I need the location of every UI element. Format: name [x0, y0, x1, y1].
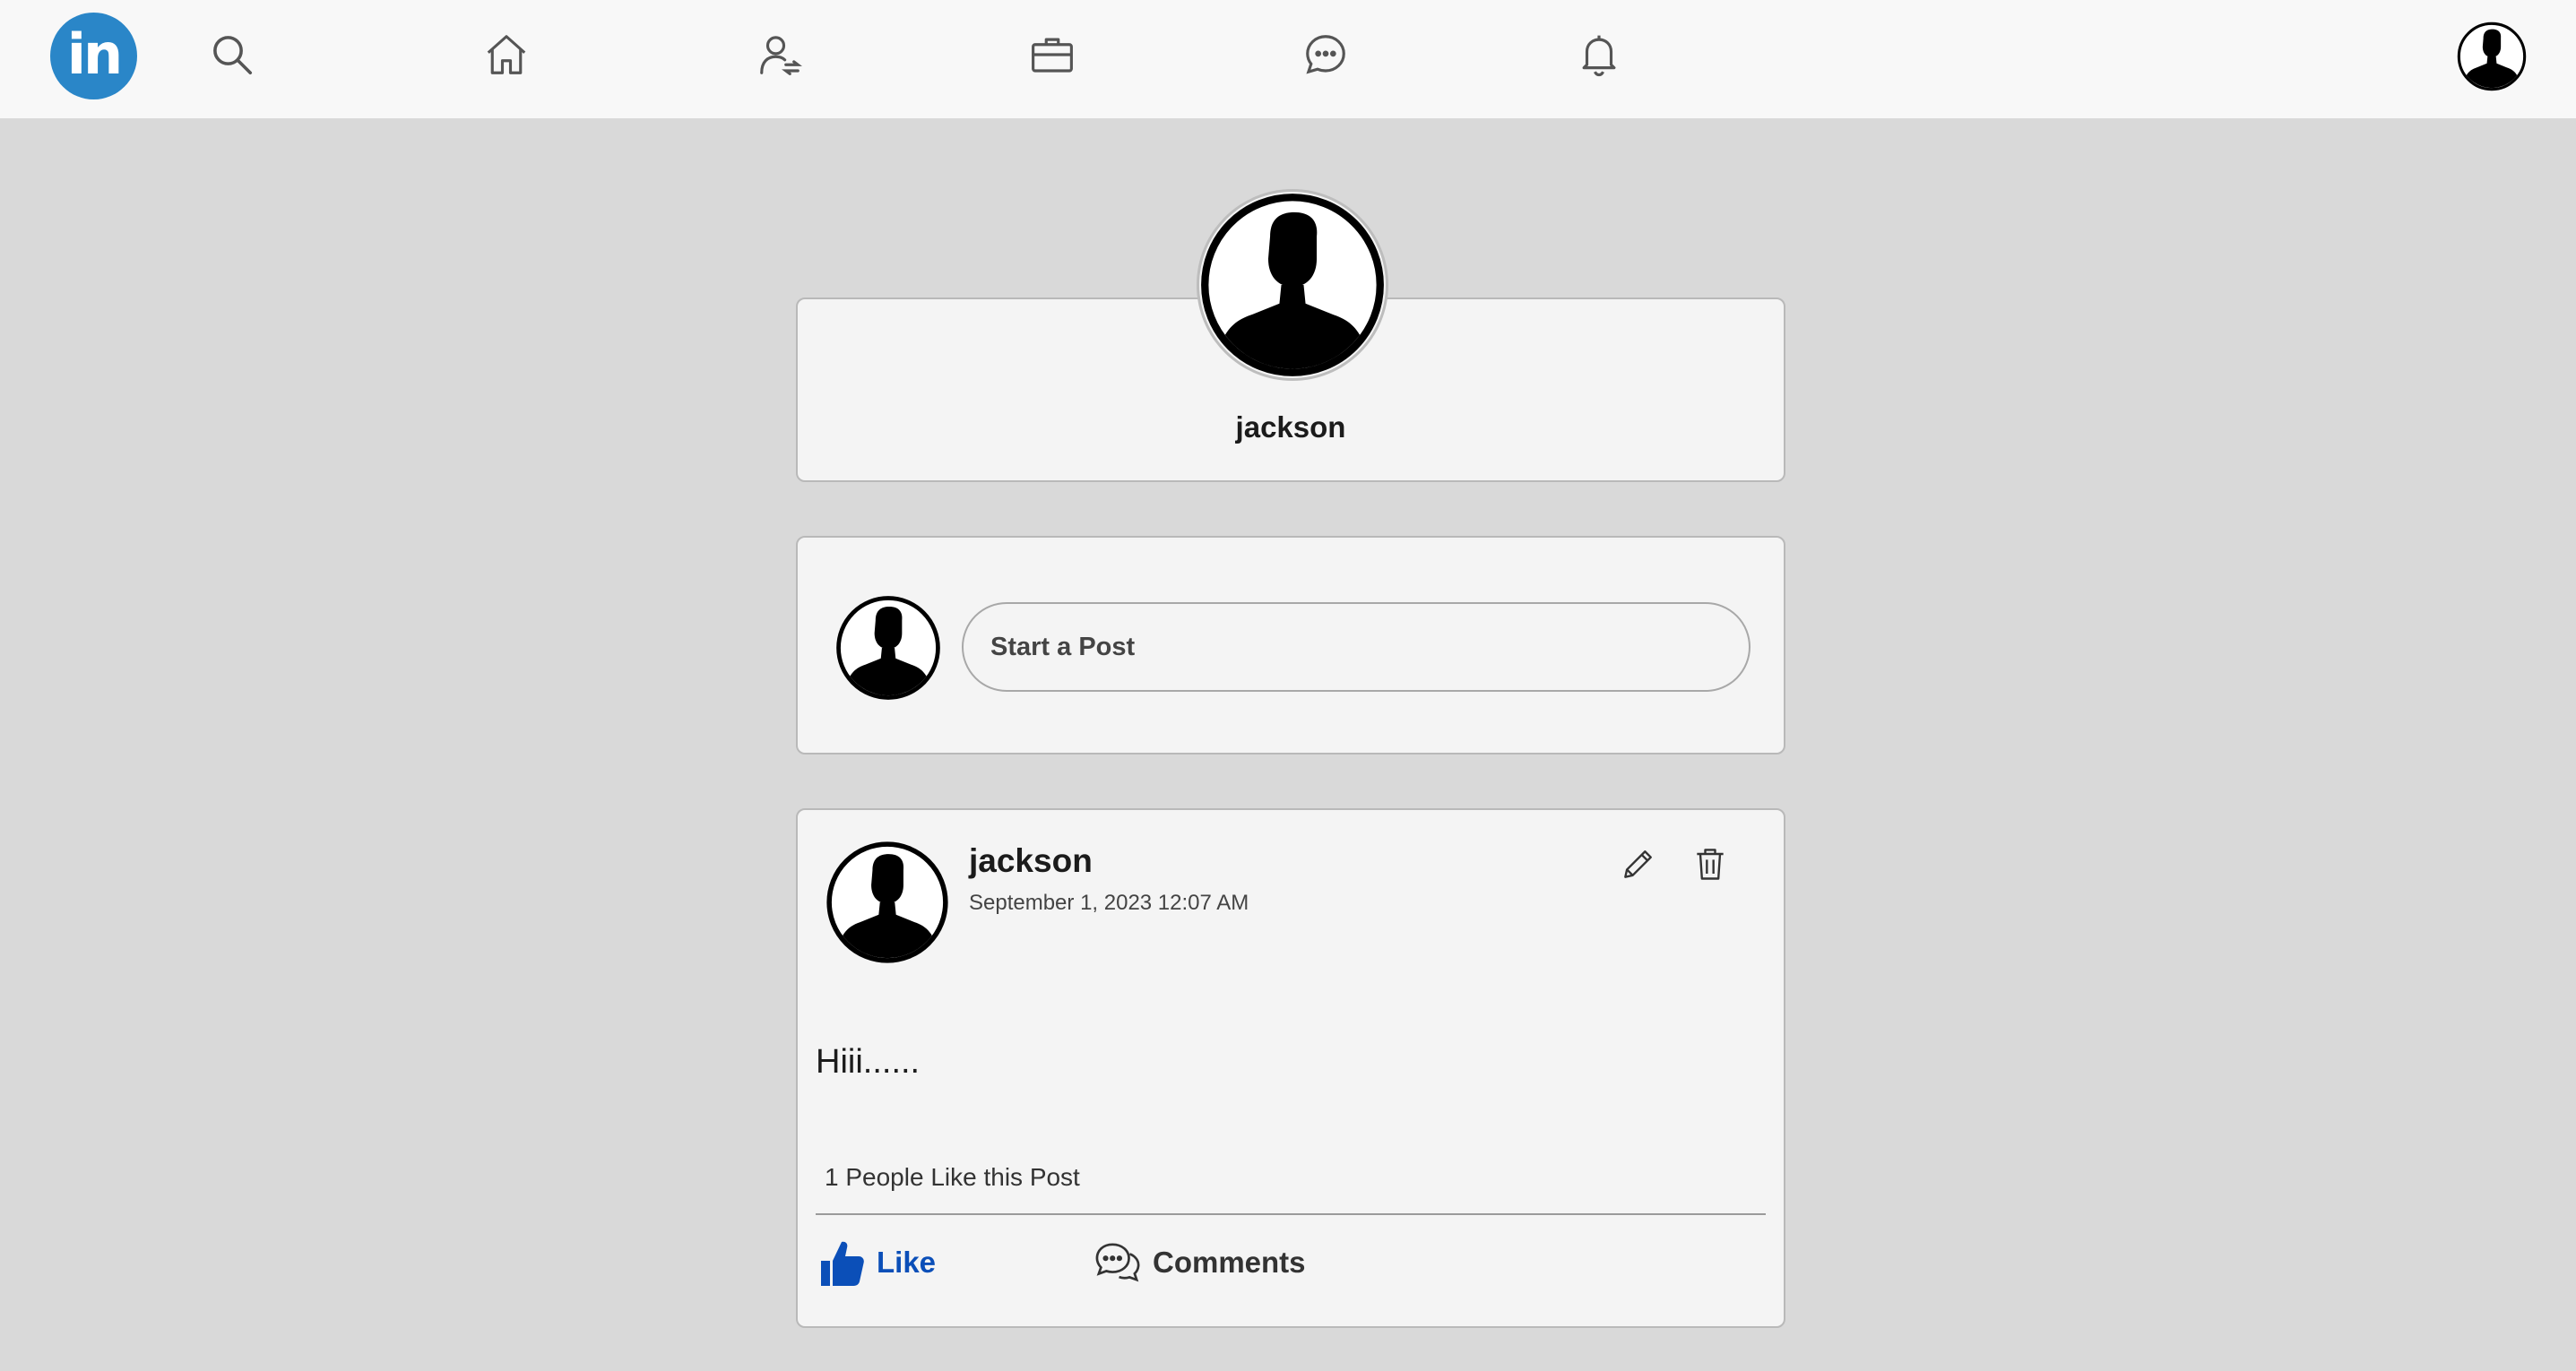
post-card: jackson September 1, 2023 12:07 AM Hiii.…: [796, 808, 1785, 1328]
divider: [816, 1213, 1766, 1215]
messaging-icon[interactable]: [1298, 27, 1353, 82]
post-timestamp: September 1, 2023 12:07 AM: [969, 891, 1249, 915]
top-navbar: in: [0, 0, 2576, 118]
thumbs-up-icon: [821, 1241, 864, 1286]
comments-icon: [1095, 1243, 1140, 1282]
jobs-icon[interactable]: [1024, 27, 1080, 82]
start-post-card: [796, 536, 1785, 754]
likes-count: 1 People Like this Post: [825, 1163, 1080, 1191]
logo-text: in: [66, 22, 123, 87]
profile-avatar[interactable]: [1199, 192, 1386, 378]
profile-name[interactable]: jackson: [798, 410, 1784, 444]
edit-post-icon[interactable]: [1617, 842, 1660, 885]
comments-label: Comments: [1153, 1246, 1306, 1279]
comments-button[interactable]: Comments: [1094, 1240, 1306, 1285]
compose-avatar: [835, 595, 941, 701]
like-button[interactable]: Like: [819, 1237, 936, 1289]
like-label: Like: [877, 1246, 937, 1279]
network-icon[interactable]: [752, 27, 808, 82]
nav-avatar[interactable]: [2457, 22, 2527, 91]
start-post-input[interactable]: [962, 602, 1750, 692]
home-icon[interactable]: [479, 27, 534, 82]
search-icon[interactable]: [204, 27, 260, 82]
notifications-icon[interactable]: [1571, 27, 1627, 82]
linkedin-logo[interactable]: in: [50, 13, 137, 99]
delete-post-icon[interactable]: [1689, 842, 1732, 885]
post-author-avatar[interactable]: [826, 841, 949, 964]
post-body: Hiii......: [816, 1043, 921, 1081]
post-author-name[interactable]: jackson: [969, 842, 1093, 880]
